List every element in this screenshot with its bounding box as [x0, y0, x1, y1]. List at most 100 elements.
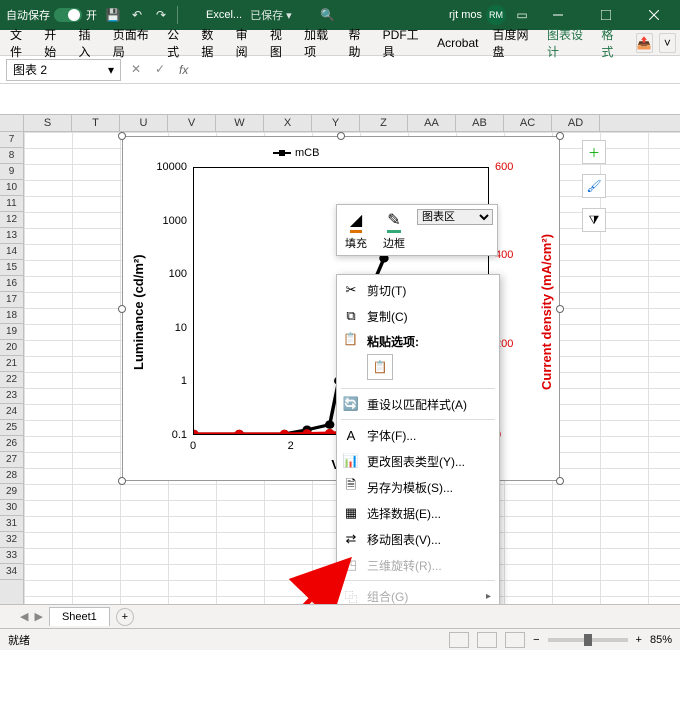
- cm-change-chart-type[interactable]: 📊更改图表类型(Y)...: [337, 448, 499, 474]
- border-button[interactable]: ✎ 边框: [375, 205, 413, 255]
- save-icon[interactable]: 💾: [105, 7, 121, 23]
- row-header[interactable]: 24: [0, 404, 23, 420]
- view-break-button[interactable]: [505, 632, 525, 648]
- resize-handle[interactable]: [556, 477, 564, 485]
- cancel-icon[interactable]: ✕: [131, 62, 147, 78]
- row-headers[interactable]: 789101112131415161718192021222324252627 2…: [0, 132, 24, 604]
- row-header[interactable]: 9: [0, 164, 23, 180]
- fx-label[interactable]: fx: [179, 63, 188, 77]
- row-header[interactable]: 29: [0, 484, 23, 500]
- resize-handle[interactable]: [118, 132, 126, 140]
- col-header[interactable]: X: [264, 115, 312, 131]
- chart-legend[interactable]: mCB: [273, 147, 319, 159]
- paste-option-button[interactable]: 📋: [367, 354, 393, 380]
- row-header[interactable]: 14: [0, 244, 23, 260]
- zoom-slider[interactable]: [548, 638, 628, 642]
- toggle-switch[interactable]: [54, 8, 82, 22]
- fill-button[interactable]: ◢ 填充: [337, 205, 375, 255]
- col-header[interactable]: V: [168, 115, 216, 131]
- undo-icon[interactable]: ↶: [129, 7, 145, 23]
- tab-home[interactable]: 开始: [38, 22, 70, 64]
- row-header[interactable]: 20: [0, 340, 23, 356]
- worksheet[interactable]: STUVWXYZAAABACAD 78910111213141516171819…: [0, 84, 680, 604]
- tab-insert[interactable]: 插入: [72, 22, 104, 64]
- row-header[interactable]: 22: [0, 372, 23, 388]
- saved-status[interactable]: 已保存 ▾: [250, 7, 292, 23]
- tab-data[interactable]: 数据: [195, 22, 227, 64]
- tab-addins[interactable]: 加载项: [298, 22, 340, 64]
- tab-acrobat[interactable]: Acrobat: [431, 32, 484, 54]
- row-header[interactable]: 18: [0, 308, 23, 324]
- col-header[interactable]: AB: [456, 115, 504, 131]
- add-sheet-button[interactable]: +: [116, 608, 134, 626]
- col-header[interactable]: AA: [408, 115, 456, 131]
- row-header[interactable]: 17: [0, 292, 23, 308]
- area-dropdown[interactable]: 图表区: [417, 209, 493, 225]
- collapse-ribbon-icon[interactable]: ˅: [659, 33, 676, 53]
- row-header[interactable]: 12: [0, 212, 23, 228]
- row-header[interactable]: 8: [0, 148, 23, 164]
- row-header[interactable]: 27: [0, 452, 23, 468]
- tab-review[interactable]: 审阅: [230, 22, 262, 64]
- share-icon[interactable]: 📤: [636, 33, 653, 53]
- resize-handle[interactable]: [556, 305, 564, 313]
- tab-pdf[interactable]: PDF工具: [377, 22, 429, 64]
- search-icon[interactable]: 🔍: [320, 7, 336, 23]
- zoom-out-button[interactable]: −: [533, 634, 539, 646]
- resize-handle[interactable]: [337, 132, 345, 140]
- cm-save-template[interactable]: 🗎另存为模板(S)...: [337, 474, 499, 500]
- cm-font[interactable]: A字体(F)...: [337, 422, 499, 448]
- redo-icon[interactable]: ↷: [153, 7, 169, 23]
- col-header[interactable]: Y: [312, 115, 360, 131]
- row-header[interactable]: 31: [0, 516, 23, 532]
- row-header[interactable]: 16: [0, 276, 23, 292]
- tab-layout[interactable]: 页面布局: [107, 22, 159, 64]
- close-button[interactable]: [634, 0, 674, 30]
- row-header[interactable]: 10: [0, 180, 23, 196]
- tab-chart-design[interactable]: 图表设计: [541, 22, 593, 64]
- name-box[interactable]: 图表 2 ▾: [6, 59, 121, 81]
- zoom-value[interactable]: 85%: [650, 634, 672, 646]
- chart-styles-button[interactable]: 🖌: [582, 174, 606, 198]
- tab-formulas[interactable]: 公式: [161, 22, 193, 64]
- sheet-nav-next[interactable]: ▶: [34, 610, 42, 623]
- resize-handle[interactable]: [118, 477, 126, 485]
- enter-icon[interactable]: ✓: [155, 62, 171, 78]
- row-header[interactable]: 13: [0, 228, 23, 244]
- row-header[interactable]: 19: [0, 324, 23, 340]
- cm-reset-style[interactable]: 🔄重设以匹配样式(A): [337, 391, 499, 417]
- chart-elements-button[interactable]: ＋: [582, 140, 606, 164]
- col-header[interactable]: U: [120, 115, 168, 131]
- tab-baidu[interactable]: 百度网盘: [486, 22, 538, 64]
- chevron-down-icon[interactable]: ▾: [108, 63, 114, 77]
- resize-handle[interactable]: [556, 132, 564, 140]
- sheet-nav-prev[interactable]: ◀: [20, 610, 28, 623]
- row-header[interactable]: 33: [0, 548, 23, 564]
- col-header[interactable]: AC: [504, 115, 552, 131]
- cm-move-chart[interactable]: ⇄移动图表(V)...: [337, 526, 499, 552]
- row-header[interactable]: 15: [0, 260, 23, 276]
- col-header[interactable]: W: [216, 115, 264, 131]
- row-header[interactable]: 21: [0, 356, 23, 372]
- chart-filters-button[interactable]: ⧩: [582, 208, 606, 232]
- zoom-in-button[interactable]: +: [636, 634, 642, 646]
- row-header[interactable]: 11: [0, 196, 23, 212]
- cm-select-data[interactable]: ▦选择数据(E)...: [337, 500, 499, 526]
- row-header[interactable]: 30: [0, 500, 23, 516]
- tab-format[interactable]: 格式: [595, 22, 627, 64]
- col-header[interactable]: AD: [552, 115, 600, 131]
- view-normal-button[interactable]: [449, 632, 469, 648]
- row-header[interactable]: 34: [0, 564, 23, 580]
- sheet-tab-active[interactable]: Sheet1: [49, 607, 110, 626]
- row-header[interactable]: 23: [0, 388, 23, 404]
- tab-view[interactable]: 视图: [264, 22, 296, 64]
- col-header[interactable]: S: [24, 115, 72, 131]
- column-headers[interactable]: STUVWXYZAAABACAD: [0, 114, 680, 132]
- col-header[interactable]: T: [72, 115, 120, 131]
- row-header[interactable]: 25: [0, 420, 23, 436]
- row-header[interactable]: 26: [0, 436, 23, 452]
- row-header[interactable]: 32: [0, 532, 23, 548]
- row-header[interactable]: 7: [0, 132, 23, 148]
- col-header[interactable]: Z: [360, 115, 408, 131]
- resize-handle[interactable]: [118, 305, 126, 313]
